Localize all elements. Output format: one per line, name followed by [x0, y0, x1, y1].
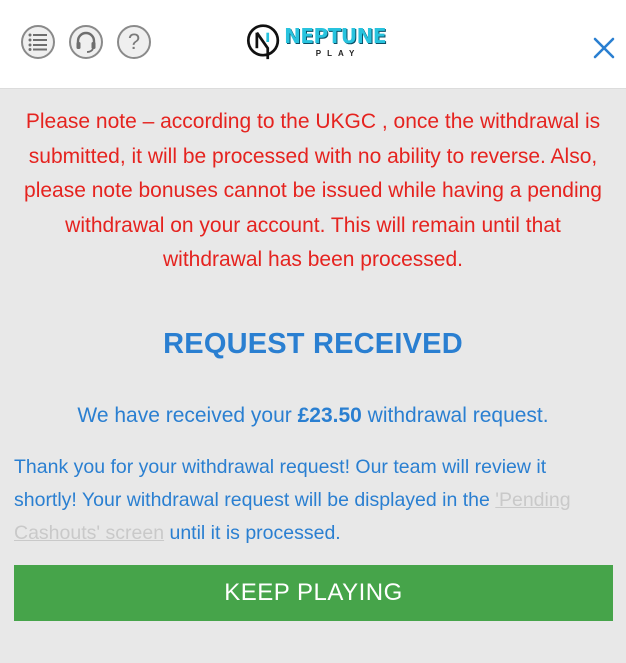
logo-sub: PLAY [315, 49, 361, 58]
neptune-play-logo[interactable]: NEPTUNE PLAY [246, 16, 386, 68]
list-icon [28, 33, 47, 51]
thanks-suffix: until it is processed. [164, 522, 341, 544]
logo-name: NEPTUNE [284, 24, 386, 48]
headset-icon [76, 31, 96, 53]
request-received-title: REQUEST RECEIVED [163, 328, 463, 360]
top-bar: ? NEPTUNE PLAY [0, 0, 626, 89]
received-suffix: withdrawal request. [361, 404, 549, 427]
received-prefix: We have received your [77, 404, 298, 427]
thanks-message: Thank you for your withdrawal request! O… [14, 451, 614, 550]
withdrawal-amount: £23.50 [297, 404, 362, 427]
help-button[interactable]: ? [117, 25, 151, 59]
support-button[interactable] [69, 25, 103, 59]
logo-wordmark: NEPTUNE PLAY [284, 26, 386, 58]
thanks-text: Thank you for your withdrawal request! O… [14, 456, 547, 511]
menu-button[interactable] [21, 25, 55, 59]
ukgc-notice: Please note – according to the UKGC , on… [24, 110, 602, 271]
question-icon: ? [127, 29, 141, 54]
logo-mark-icon [246, 24, 280, 60]
received-message: We have received your £23.50 withdrawal … [0, 404, 626, 428]
close-icon[interactable] [590, 34, 618, 62]
keep-playing-button[interactable]: KEEP PLAYING [14, 565, 613, 621]
